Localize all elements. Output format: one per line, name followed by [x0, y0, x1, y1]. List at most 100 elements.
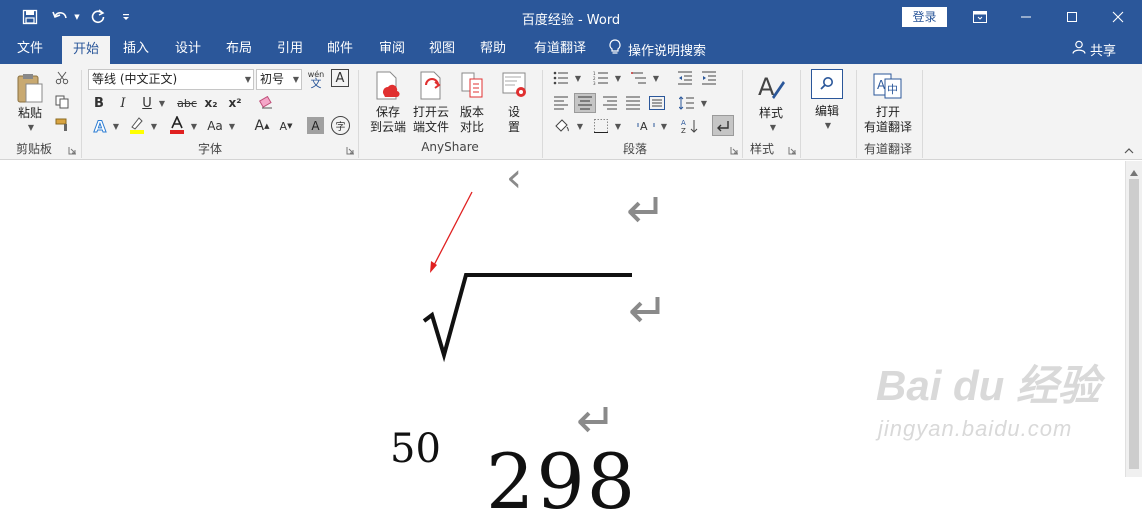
paste-dropdown-icon[interactable]: ▼ — [24, 122, 36, 132]
tell-me-search[interactable]: 操作说明搜索 — [608, 34, 706, 64]
vertical-scrollbar[interactable] — [1125, 161, 1142, 477]
chinese-layout-dropdown-icon[interactable]: ▼ — [658, 117, 668, 135]
bullets-dropdown-icon[interactable]: ▼ — [572, 70, 582, 86]
maximize-icon[interactable] — [1049, 0, 1095, 34]
change-case-dropdown-icon[interactable]: ▼ — [226, 116, 236, 136]
styles-dropdown-icon[interactable]: ▼ — [766, 122, 778, 132]
italic-button[interactable]: I — [114, 94, 132, 112]
text-effects-icon[interactable]: A — [90, 116, 110, 136]
tab-youdao[interactable]: 有道翻译 — [524, 34, 596, 64]
enclose-characters-button[interactable]: 字 — [331, 116, 350, 135]
distributed-icon[interactable] — [648, 94, 666, 112]
open-cloud-file-icon[interactable] — [416, 70, 446, 102]
grow-font-button[interactable]: A ▲ — [252, 116, 272, 136]
close-icon[interactable] — [1095, 0, 1141, 34]
font-color-dropdown-icon[interactable]: ▼ — [188, 116, 198, 136]
highlight-dropdown-icon[interactable]: ▼ — [148, 116, 158, 136]
shrink-font-button[interactable]: A ▼ — [276, 116, 296, 136]
character-border-button[interactable]: A — [331, 69, 349, 87]
shading-dropdown-icon[interactable]: ▼ — [574, 117, 584, 135]
paste-label[interactable]: 粘贴 — [12, 106, 48, 121]
youdao-open-label[interactable]: 打开 有道翻译 — [860, 105, 916, 135]
numbering-icon[interactable]: 123 — [592, 70, 610, 86]
scroll-thumb[interactable] — [1129, 179, 1139, 469]
tab-layout[interactable]: 布局 — [217, 34, 261, 64]
tab-insert[interactable]: 插入 — [114, 34, 158, 64]
collapse-ribbon-icon[interactable] — [1122, 146, 1136, 156]
align-left-icon[interactable] — [552, 94, 570, 112]
scroll-up-icon[interactable] — [1130, 165, 1138, 179]
strikethrough-button[interactable]: abc — [175, 94, 199, 112]
font-name-dropdown-icon[interactable]: ▼ — [245, 70, 251, 89]
save-to-cloud-label[interactable]: 保存 到云端 — [366, 105, 410, 135]
align-right-icon[interactable] — [601, 94, 619, 112]
version-compare-label[interactable]: 版本 对比 — [452, 105, 492, 135]
font-size-dropdown-icon[interactable]: ▼ — [293, 70, 299, 89]
tab-view[interactable]: 视图 — [420, 34, 464, 64]
ribbon-display-options-icon[interactable] — [957, 0, 1003, 34]
anyshare-settings-label[interactable]: 设 置 — [496, 105, 532, 135]
equation-radicand[interactable]: 298 — [486, 437, 637, 526]
phonetic-guide-button[interactable]: wén 文 — [305, 68, 327, 90]
tab-mailings[interactable]: 邮件 — [318, 34, 362, 64]
borders-dropdown-icon[interactable]: ▼ — [612, 117, 622, 135]
shading-icon[interactable] — [552, 117, 572, 135]
format-painter-icon[interactable] — [54, 117, 70, 133]
editing-search-icon[interactable] — [811, 69, 843, 99]
clipboard-launcher-icon[interactable] — [68, 144, 78, 155]
version-compare-icon[interactable] — [458, 70, 488, 102]
styles-label[interactable]: 样式 — [750, 106, 792, 121]
tab-help[interactable]: 帮助 — [471, 34, 515, 64]
font-launcher-icon[interactable] — [346, 144, 356, 155]
styles-icon[interactable]: A — [754, 70, 788, 104]
paste-icon[interactable] — [12, 70, 48, 106]
clear-formatting-icon[interactable] — [256, 93, 276, 113]
equation-radical-index[interactable]: 50 — [390, 426, 441, 472]
multilevel-dropdown-icon[interactable]: ▼ — [650, 70, 660, 86]
character-shading-button[interactable]: A — [307, 117, 324, 134]
title-bar: ▼ 百度经验 - Word 登录 — [0, 0, 1142, 34]
numbering-dropdown-icon[interactable]: ▼ — [612, 70, 622, 86]
login-button[interactable]: 登录 — [902, 7, 947, 27]
highlight-icon[interactable] — [126, 114, 148, 136]
line-spacing-dropdown-icon[interactable]: ▼ — [698, 94, 708, 112]
text-effects-dropdown-icon[interactable]: ▼ — [110, 116, 120, 136]
font-size-combo[interactable]: 初号 ▼ — [256, 69, 302, 90]
youdao-translate-icon[interactable]: A中 — [872, 70, 904, 102]
sort-icon[interactable]: AZ — [680, 117, 700, 135]
cut-icon[interactable] — [54, 70, 70, 86]
underline-button[interactable]: U — [138, 94, 156, 112]
chinese-layout-icon[interactable]: A — [636, 117, 656, 135]
superscript-button[interactable]: x² — [226, 94, 244, 112]
styles-launcher-icon[interactable] — [788, 144, 798, 155]
editing-label[interactable]: 编辑 — [807, 104, 847, 119]
line-spacing-icon[interactable] — [678, 94, 696, 112]
bullets-icon[interactable] — [552, 70, 570, 86]
increase-indent-icon[interactable] — [700, 70, 718, 86]
multilevel-list-icon[interactable] — [630, 70, 648, 86]
show-marks-icon[interactable] — [712, 115, 734, 136]
tab-review[interactable]: 审阅 — [370, 34, 414, 64]
font-name-combo[interactable]: 等线 (中文正文) ▼ — [88, 69, 254, 90]
save-to-cloud-icon[interactable] — [372, 70, 402, 102]
tab-home[interactable]: 开始 — [62, 36, 110, 64]
tab-design[interactable]: 设计 — [166, 34, 210, 64]
tab-references[interactable]: 引用 — [268, 34, 312, 64]
borders-icon[interactable] — [592, 117, 610, 135]
justify-icon[interactable] — [624, 94, 642, 112]
minimize-icon[interactable] — [1003, 0, 1049, 34]
share-button[interactable]: 共享 — [1072, 34, 1116, 64]
paragraph-launcher-icon[interactable] — [730, 144, 740, 155]
align-center-icon[interactable] — [574, 93, 596, 113]
copy-icon[interactable] — [54, 94, 70, 110]
subscript-button[interactable]: x₂ — [202, 94, 220, 112]
tab-file[interactable]: 文件 — [8, 34, 52, 64]
change-case-icon[interactable]: Aa — [205, 116, 225, 136]
bold-button[interactable]: B — [90, 94, 108, 112]
editing-dropdown-icon[interactable]: ▼ — [821, 120, 833, 130]
anyshare-settings-icon[interactable] — [500, 70, 530, 102]
decrease-indent-icon[interactable] — [676, 70, 694, 86]
font-color-icon[interactable] — [166, 114, 188, 136]
open-cloud-file-label[interactable]: 打开云 端文件 — [408, 105, 454, 135]
underline-dropdown-icon[interactable]: ▼ — [156, 94, 166, 112]
